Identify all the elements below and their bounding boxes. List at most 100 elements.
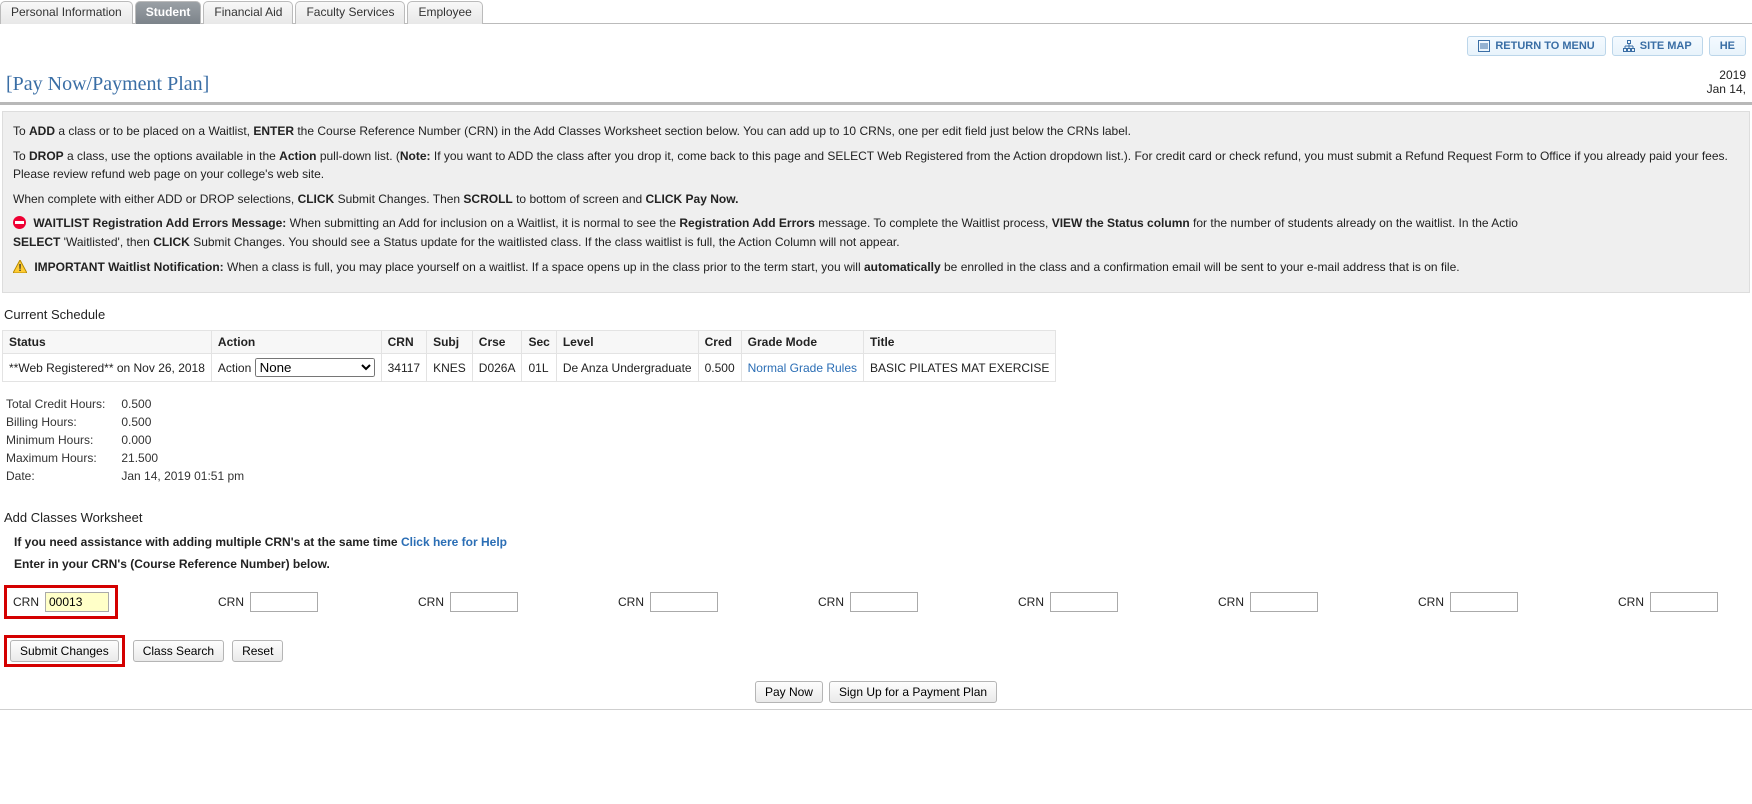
- crn-input-1[interactable]: [45, 592, 109, 612]
- crn-item: CRN: [218, 592, 318, 612]
- col-level: Level: [556, 331, 698, 354]
- summary-value: 21.500: [121, 450, 258, 466]
- instruction-waitlist-errors: WAITLIST Registration Add Errors Message…: [13, 214, 1739, 251]
- col-crn: CRN: [381, 331, 426, 354]
- instructions-box: To ADD a class or to be placed on a Wait…: [2, 111, 1750, 293]
- crn-input-8[interactable]: [1450, 592, 1518, 612]
- crn-input-9[interactable]: [1650, 592, 1718, 612]
- grade-mode-link[interactable]: Normal Grade Rules: [748, 361, 857, 375]
- col-subj: Subj: [427, 331, 473, 354]
- col-action: Action: [211, 331, 381, 354]
- current-schedule-title: Current Schedule: [4, 307, 1752, 322]
- tab-employee[interactable]: Employee: [407, 1, 482, 24]
- cell-title: BASIC PILATES MAT EXERCISE: [864, 354, 1056, 382]
- page-title: [Pay Now/Payment Plan]: [6, 73, 209, 96]
- crn-input-6[interactable]: [1050, 592, 1118, 612]
- help-label: HE: [1720, 40, 1735, 52]
- col-cred: Cred: [698, 331, 741, 354]
- cell-grade-mode: Normal Grade Rules: [741, 354, 863, 382]
- toolbar: RETURN TO MENU SITE MAP HE: [0, 24, 1752, 56]
- tab-faculty-services[interactable]: Faculty Services: [295, 1, 405, 24]
- payment-button-row: Pay Now Sign Up for a Payment Plan: [0, 681, 1752, 705]
- instruction-submit: When complete with either ADD or DROP se…: [13, 190, 1739, 209]
- crn-input-7[interactable]: [1250, 592, 1318, 612]
- sign-up-payment-plan-button[interactable]: Sign Up for a Payment Plan: [829, 681, 997, 703]
- crn-input-row: CRNCRNCRNCRNCRNCRNCRNCRNCRNCRN: [0, 577, 1752, 623]
- instruction-add: To ADD a class or to be placed on a Wait…: [13, 122, 1739, 141]
- submit-changes-highlight: Submit Changes: [4, 635, 125, 667]
- crn-label: CRN: [1018, 595, 1044, 609]
- cell-action: Action None: [211, 354, 381, 382]
- site-map-label: SITE MAP: [1640, 40, 1692, 52]
- crn-input-3[interactable]: [450, 592, 518, 612]
- instruction-drop: To DROP a class, use the options availab…: [13, 147, 1739, 184]
- crn-label: CRN: [418, 595, 444, 609]
- crn-item: CRN: [1618, 592, 1718, 612]
- assist-row: If you need assistance with adding multi…: [14, 535, 1752, 549]
- col-title: Title: [864, 331, 1056, 354]
- cell-cred: 0.500: [698, 354, 741, 382]
- site-map-button[interactable]: SITE MAP: [1612, 36, 1703, 56]
- crn-input-5[interactable]: [850, 592, 918, 612]
- action-button-row: Submit Changes Class Search Reset: [0, 623, 1752, 667]
- sitemap-icon: [1623, 40, 1635, 52]
- crn-input-2[interactable]: [250, 592, 318, 612]
- return-to-menu-label: RETURN TO MENU: [1495, 40, 1594, 52]
- term-date: 2019 Jan 14,: [1707, 68, 1746, 96]
- col-sec: Sec: [522, 331, 556, 354]
- col-crse: Crse: [472, 331, 522, 354]
- help-button[interactable]: HE: [1709, 36, 1746, 56]
- divider: [0, 102, 1752, 105]
- submit-changes-button[interactable]: Submit Changes: [10, 640, 119, 662]
- cell-status: **Web Registered** on Nov 26, 2018: [3, 354, 212, 382]
- crn-item: CRN: [1418, 592, 1518, 612]
- cell-subj: KNES: [427, 354, 473, 382]
- cell-level: De Anza Undergraduate: [556, 354, 698, 382]
- summary-row: Minimum Hours:0.000: [6, 432, 258, 448]
- class-search-button[interactable]: Class Search: [133, 640, 224, 662]
- summary-value: 0.500: [121, 396, 258, 412]
- instruction-waitlist-important: ! IMPORTANT Waitlist Notification: When …: [13, 258, 1739, 277]
- cell-crn: 34117: [381, 354, 426, 382]
- crn-label: CRN: [1218, 595, 1244, 609]
- summary-label: Total Credit Hours:: [6, 396, 119, 412]
- crn-item: CRN: [1218, 592, 1318, 612]
- menu-icon: [1478, 40, 1490, 52]
- summary-row: Total Credit Hours:0.500: [6, 396, 258, 412]
- crn-label: CRN: [618, 595, 644, 609]
- summary-row: Date:Jan 14, 2019 01:51 pm: [6, 468, 258, 484]
- tab-personal-information[interactable]: Personal Information: [0, 1, 133, 24]
- current-schedule-table: StatusActionCRNSubjCrseSecLevelCredGrade…: [2, 330, 1056, 382]
- tab-financial-aid[interactable]: Financial Aid: [203, 1, 293, 24]
- crn-input-4[interactable]: [650, 592, 718, 612]
- top-tabs: Personal InformationStudentFinancial Aid…: [0, 0, 1752, 24]
- crn-label: CRN: [218, 595, 244, 609]
- crn-item: CRN: [618, 592, 718, 612]
- svg-text:!: !: [18, 263, 21, 273]
- crn-label: CRN: [1618, 595, 1644, 609]
- col-status: Status: [3, 331, 212, 354]
- help-link[interactable]: Click here for Help: [401, 535, 507, 549]
- cell-sec: 01L: [522, 354, 556, 382]
- summary-label: Date:: [6, 468, 119, 484]
- warning-icon: !: [13, 260, 27, 273]
- pay-now-button[interactable]: Pay Now: [755, 681, 823, 703]
- date-label: Jan 14,: [1707, 82, 1746, 96]
- crn-item: CRN: [1018, 592, 1118, 612]
- summary-value: 0.000: [121, 432, 258, 448]
- summary-label: Minimum Hours:: [6, 432, 119, 448]
- cell-crse: D026A: [472, 354, 522, 382]
- action-label: Action: [218, 361, 251, 375]
- return-to-menu-button[interactable]: RETURN TO MENU: [1467, 36, 1605, 56]
- crn-item: CRN: [818, 592, 918, 612]
- tab-student[interactable]: Student: [135, 1, 202, 24]
- reset-button[interactable]: Reset: [232, 640, 283, 662]
- add-classes-worksheet-title: Add Classes Worksheet: [4, 510, 1752, 525]
- summary-row: Maximum Hours:21.500: [6, 450, 258, 466]
- footer-divider: [0, 709, 1752, 710]
- summary-label: Billing Hours:: [6, 414, 119, 430]
- action-select[interactable]: None: [255, 358, 375, 377]
- summary-table: Total Credit Hours:0.500Billing Hours:0.…: [4, 394, 260, 486]
- crn-label: CRN: [818, 595, 844, 609]
- term-label: 2019: [1707, 68, 1746, 82]
